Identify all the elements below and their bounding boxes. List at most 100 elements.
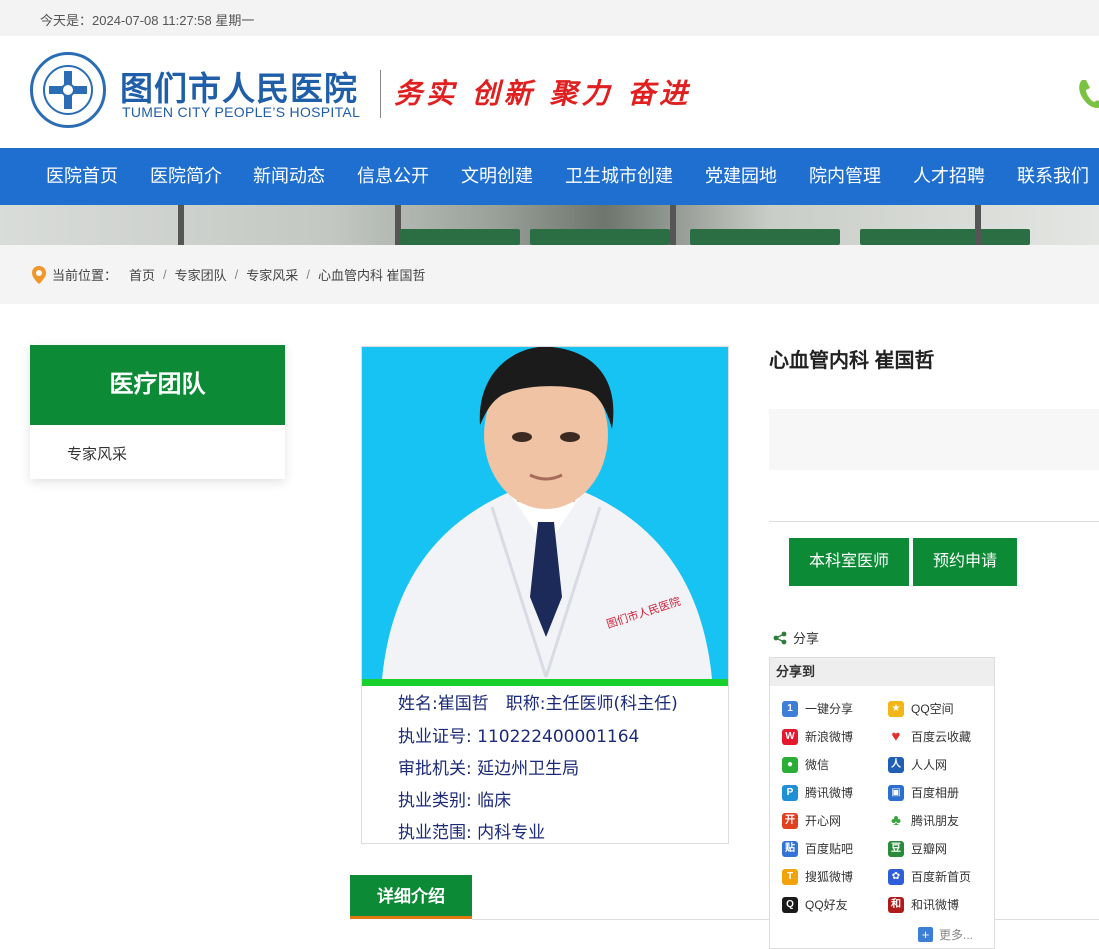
share-item-label: 豆瓣网	[911, 842, 948, 856]
share-item-label: 腾讯朋友	[911, 814, 960, 828]
qq-penguin-icon: Q	[782, 896, 798, 913]
share-panel-title: 分享到	[770, 658, 994, 686]
share-item-label: 新浪微博	[805, 730, 854, 744]
doctor-photo-card: 图们市人民医院 姓名:崔国哲 职称:主任医师(科主任) 执业证号: 110222…	[361, 346, 729, 844]
site-header: 图们市人民医院 TUMEN CITY PEOPLE’S HOSPITAL 务实 …	[0, 36, 1099, 148]
hospital-logo-icon[interactable]	[30, 52, 106, 128]
share-panel: 分享到 1 一键分享 ★ QQ空间 W 新浪微博 ♥ 百度云收藏 ● 微信 人 …	[769, 657, 995, 949]
phone-icon	[1079, 80, 1099, 108]
sidebar-title: 医疗团队	[30, 345, 285, 425]
photo-divider	[362, 679, 728, 686]
breadcrumb: 当前位置： 首页 / 专家团队 / 专家风采 / 心血管内科 崔国哲	[32, 265, 426, 284]
share-baidu-cloud[interactable]: ♥ 百度云收藏	[888, 728, 971, 745]
banner-image	[0, 205, 1099, 245]
share-renren[interactable]: 人 人人网	[888, 756, 947, 773]
nav-item-civilization[interactable]: 文明创建	[461, 148, 533, 205]
share-item-label: QQ好友	[805, 898, 848, 912]
baidu-album-icon: ▣	[888, 784, 904, 801]
share-one-click[interactable]: 1 一键分享	[782, 700, 853, 717]
qzone-icon: ★	[888, 700, 904, 717]
share-item-label: 百度云收藏	[911, 730, 972, 744]
share-wechat[interactable]: ● 微信	[782, 756, 829, 773]
hospital-name-en: TUMEN CITY PEOPLE’S HOSPITAL	[122, 104, 361, 120]
kaixin-icon: 开	[782, 812, 798, 829]
share-item-label: 微信	[805, 758, 830, 772]
nav-item-sanitary-city[interactable]: 卫生城市创建	[565, 148, 673, 205]
nav-item-contact[interactable]: 联系我们	[1017, 148, 1089, 205]
share-sohu-weibo[interactable]: T 搜狐微博	[782, 868, 853, 885]
doctor-practice-scope: 执业范围: 内科专业	[398, 823, 546, 843]
tab-detail-intro[interactable]: 详细介绍	[350, 875, 472, 919]
hexun-weibo-icon: 和	[888, 896, 904, 913]
wechat-icon: ●	[782, 756, 798, 773]
share-item-label: 一键分享	[805, 702, 854, 716]
share-item-label: 和讯微博	[911, 898, 960, 912]
douban-icon: 豆	[888, 840, 904, 857]
nav-item-home[interactable]: 医院首页	[46, 148, 118, 205]
renren-icon: 人	[888, 756, 904, 773]
breadcrumb-label: 当前位置：	[52, 268, 118, 283]
share-qq-friends[interactable]: Q QQ好友	[782, 896, 848, 913]
breadcrumb-expert-profiles[interactable]: 专家风采	[246, 265, 298, 284]
tieba-icon: 贴	[782, 840, 798, 857]
main-nav: 医院首页 医院简介 新闻动态 信息公开 文明创建 卫生城市创建 党建园地 院内管…	[0, 148, 1099, 205]
info-divider	[769, 521, 1099, 522]
current-date: 今天是：2024-07-08 11:27:58 星期一	[40, 13, 255, 28]
breadcrumb-current: 心血管内科 崔国哲	[317, 268, 426, 283]
share-baidu-homepage[interactable]: ✿ 百度新首页	[888, 868, 971, 885]
share-tencent-weibo[interactable]: P 腾讯微博	[782, 784, 853, 801]
doctor-info-box	[769, 409, 1099, 470]
breadcrumb-expert-team[interactable]: 专家团队	[175, 265, 227, 284]
nav-item-party-building[interactable]: 党建园地	[705, 148, 777, 205]
share-item-label: 腾讯微博	[805, 786, 854, 800]
nav-item-internal-management[interactable]: 院内管理	[809, 148, 881, 205]
doctor-license-number: 执业证号: 110222400001164	[398, 727, 640, 747]
share-item-label: 搜狐微博	[805, 870, 854, 884]
share-qzone[interactable]: ★ QQ空间	[888, 700, 954, 717]
nav-item-about[interactable]: 医院简介	[150, 148, 222, 205]
share-trigger[interactable]: 分享	[773, 628, 819, 647]
plus-icon: +	[918, 927, 933, 942]
share-kaixin[interactable]: 开 开心网	[782, 812, 841, 829]
share-douban[interactable]: 豆 豆瓣网	[888, 840, 947, 857]
tencent-weibo-icon: P	[782, 784, 798, 801]
doctor-practice-category: 执业类别: 临床	[398, 791, 512, 811]
share-hexun-weibo[interactable]: 和 和讯微博	[888, 896, 959, 913]
baidu-paw-icon: ✿	[888, 868, 904, 885]
nav-item-recruitment[interactable]: 人才招聘	[913, 148, 985, 205]
nav-item-info-disclosure[interactable]: 信息公开	[357, 148, 429, 205]
sidebar-item-expert-profiles[interactable]: 专家风采	[67, 443, 127, 464]
doctor-title: 心血管内科 崔国哲	[769, 350, 935, 372]
breadcrumb-band: 当前位置： 首页 / 专家团队 / 专家风采 / 心血管内科 崔国哲	[0, 245, 1099, 304]
doctor-portrait: 图们市人民医院	[362, 347, 728, 679]
department-doctors-button[interactable]: 本科室医师	[789, 538, 909, 586]
appointment-button[interactable]: 预约申请	[913, 538, 1017, 586]
nav-item-news[interactable]: 新闻动态	[253, 148, 325, 205]
share-baidu-tieba[interactable]: 贴 百度贴吧	[782, 840, 853, 857]
sohu-weibo-icon: T	[782, 868, 798, 885]
doctor-approval-authority: 审批机关: 延边州卫生局	[398, 759, 580, 779]
share-more-button[interactable]: + 更多...	[918, 926, 973, 943]
share-sina-weibo[interactable]: W 新浪微博	[782, 728, 853, 745]
share-item-label: 百度新首页	[911, 870, 972, 884]
share-more-label: 更多...	[939, 928, 974, 942]
hospital-slogan: 务实 创新 聚力 奋进	[394, 77, 692, 110]
share-label: 分享	[793, 631, 820, 646]
sina-weibo-icon: W	[782, 728, 798, 745]
breadcrumb-home[interactable]: 首页	[129, 265, 155, 284]
top-date-bar: 今天是：2024-07-08 11:27:58 星期一	[0, 0, 1099, 36]
share-item-label: 百度贴吧	[805, 842, 854, 856]
doctor-portrait-illustration: 图们市人民医院	[382, 347, 712, 679]
share-icon	[773, 631, 787, 644]
share-tencent-friends[interactable]: ♣ 腾讯朋友	[888, 812, 959, 829]
location-pin-icon	[32, 265, 46, 284]
share-item-label: 百度相册	[911, 786, 960, 800]
breadcrumb-separator: /	[234, 267, 239, 282]
logo-divider	[380, 70, 381, 118]
hospital-name-cn[interactable]: 图们市人民医院	[120, 62, 358, 110]
doctor-name-title: 姓名:崔国哲 职称:主任医师(科主任)	[398, 694, 678, 714]
breadcrumb-separator: /	[163, 267, 167, 282]
share-item-label: QQ空间	[911, 702, 954, 716]
share-baidu-album[interactable]: ▣ 百度相册	[888, 784, 959, 801]
heart-icon: ♥	[891, 727, 901, 745]
